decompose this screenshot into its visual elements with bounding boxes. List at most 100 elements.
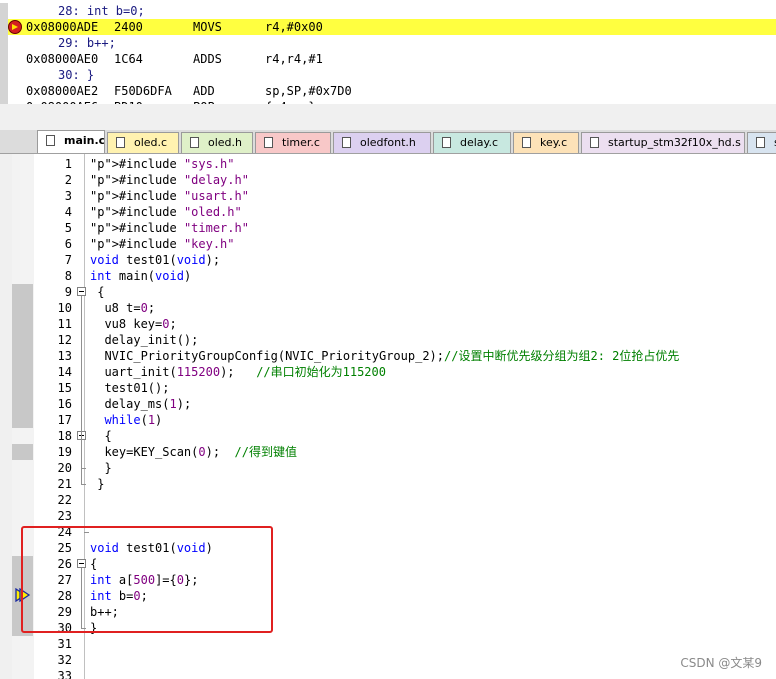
disasm-instruction-line[interactable]: 0x08000AE2 ADD sp,SP,#0x7D0 F50D6DFA (0, 83, 776, 99)
disassembly-pane[interactable]: 28: int b=0; 0x08000ADE MOVS r4,#0x00 2400 29… (0, 0, 776, 105)
tab-label: oledfont.h (360, 136, 416, 149)
disasm-address: 0x08000ADE (26, 20, 99, 34)
disasm-gutter (0, 19, 8, 35)
line-number: 20 (57, 461, 72, 475)
line-number: 22 (57, 493, 72, 507)
code-line[interactable]: test01(); (90, 380, 169, 396)
tab-label: timer.c (282, 136, 320, 149)
line-number: 6 (64, 237, 72, 251)
disasm-address: 0x08000AE2 (26, 84, 99, 98)
tab-label: delay.c (460, 136, 499, 149)
file-icon (190, 137, 199, 148)
line-number: 31 (57, 637, 72, 651)
disasm-source-line[interactable]: 28: int b=0; (0, 3, 776, 19)
tab-label: main.c (64, 134, 105, 147)
pane-splitter[interactable] (0, 104, 776, 131)
code-line[interactable]: { (90, 284, 104, 300)
line-number: 3 (64, 189, 72, 203)
disasm-gutter (0, 51, 8, 67)
line-number: 21 (57, 477, 72, 491)
tab-oled-c[interactable]: oled.c (107, 132, 179, 153)
disasm-opcode-bytes: 1C64 (114, 52, 143, 66)
disasm-source-text: 28: int b=0; (58, 4, 145, 18)
disasm-instruction-line[interactable]: 0x08000ADE MOVS r4,#0x00 2400 (0, 19, 776, 35)
code-line[interactable]: } (90, 476, 104, 492)
code-line[interactable]: void test01(void); (90, 252, 220, 268)
code-line[interactable]: u8 t=0; (90, 300, 155, 316)
disasm-mnemonic: MOVS (193, 20, 222, 34)
disasm-mnemonic: ADD (193, 84, 215, 98)
code-line[interactable]: while(1) (90, 412, 162, 428)
line-number: 19 (57, 445, 72, 459)
line-number: 7 (64, 253, 72, 267)
line-number: 33 (57, 669, 72, 679)
tab-st[interactable]: st (747, 132, 776, 153)
line-number: 13 (57, 349, 72, 363)
tab-label: startup_stm32f10x_hd.s (608, 136, 741, 149)
disasm-source-line[interactable]: 30: } (0, 67, 776, 83)
line-number: 10 (57, 301, 72, 315)
disasm-gutter (0, 3, 8, 19)
line-number: 23 (57, 509, 72, 523)
code-line[interactable]: "p">#include "delay.h" (90, 172, 249, 188)
file-icon (342, 137, 351, 148)
fold-end (81, 484, 86, 485)
fold-guide (81, 440, 82, 468)
line-number: 15 (57, 381, 72, 395)
disasm-source-line[interactable]: 29: b++; (0, 35, 776, 51)
line-number: 16 (57, 397, 72, 411)
line-number: 12 (57, 333, 72, 347)
code-line[interactable]: vu8 key=0; (90, 316, 176, 332)
file-icon (442, 137, 451, 148)
tab-main-c[interactable]: main.c (37, 130, 105, 153)
code-line[interactable]: delay_init(); (90, 332, 198, 348)
code-line[interactable]: key=KEY_Scan(0); //得到键值 (90, 444, 297, 460)
tab-oledfont-h[interactable]: oledfont.h (333, 132, 431, 153)
disasm-operands: r4,r4,#1 (265, 52, 323, 66)
code-line[interactable]: } (90, 460, 111, 476)
tab-timer-c[interactable]: timer.c (255, 132, 331, 153)
line-number: 11 (57, 317, 72, 331)
code-line[interactable]: uart_init(115200); //串口初始化为115200 (90, 364, 386, 380)
current-pc-arrow-icon (8, 20, 22, 34)
tab-startup-stm32f10x-hd-s[interactable]: startup_stm32f10x_hd.s (581, 132, 745, 153)
editor-tab-bar: main.c oled.c oled.h timer.c oledfont.h delay… (0, 130, 776, 154)
code-line[interactable]: delay_ms(1); (90, 396, 191, 412)
line-number: 4 (64, 205, 72, 219)
line-number: 32 (57, 653, 72, 667)
tab-delay-c[interactable]: delay.c (433, 132, 511, 153)
disasm-gutter (0, 35, 8, 51)
line-number: 14 (57, 365, 72, 379)
fold-toggle-icon[interactable] (77, 287, 86, 296)
disasm-instruction-line[interactable]: 0x08000AE0 ADDS r4,r4,#1 1C64 (0, 51, 776, 67)
source-editor[interactable]: 1 "p">#include "sys.h" 2 "p">#include "dela… (0, 154, 776, 679)
disasm-mnemonic: ADDS (193, 52, 222, 66)
code-line[interactable]: "p">#include "key.h" (90, 236, 235, 252)
file-icon (590, 137, 599, 148)
file-icon (46, 135, 55, 146)
tab-key-c[interactable]: key.c (513, 132, 579, 153)
disasm-source-text: 29: b++; (58, 36, 116, 50)
code-line[interactable]: "p">#include "sys.h" (90, 156, 235, 172)
disasm-operands: sp,SP,#0x7D0 (265, 84, 352, 98)
code-coverage-marker (12, 284, 33, 428)
code-line[interactable]: int main(void) (90, 268, 191, 284)
file-icon (522, 137, 531, 148)
disasm-address: 0x08000AE0 (26, 52, 99, 66)
code-line[interactable]: "p">#include "usart.h" (90, 188, 249, 204)
disasm-source-text: 30: } (58, 68, 95, 82)
tab-label: oled.c (134, 136, 168, 149)
code-line[interactable]: "p">#include "timer.h" (90, 220, 249, 236)
disasm-gutter (0, 83, 8, 99)
code-line[interactable]: "p">#include "oled.h" (90, 204, 242, 220)
tab-label: oled.h (208, 136, 243, 149)
code-line[interactable]: NVIC_PriorityGroupConfig(NVIC_PriorityGr… (90, 348, 679, 364)
code-line[interactable]: { (90, 428, 111, 444)
disasm-operands: r4,#0x00 (265, 20, 323, 34)
code-coverage-marker (12, 444, 33, 460)
line-number: 8 (64, 269, 72, 283)
file-icon (264, 137, 273, 148)
watermark: CSDN @文某9 (680, 656, 762, 670)
tab-label: key.c (540, 136, 568, 149)
tab-oled-h[interactable]: oled.h (181, 132, 253, 153)
